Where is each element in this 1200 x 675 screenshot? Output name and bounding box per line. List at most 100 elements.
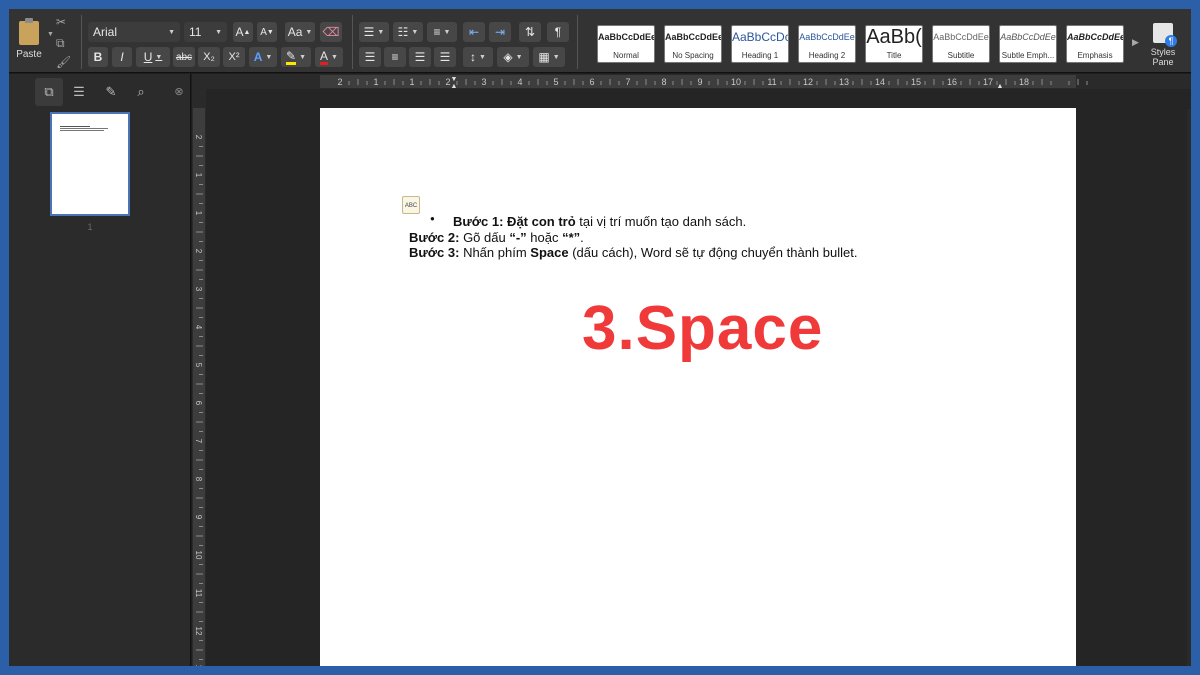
paste-options-chevron-icon[interactable]: ▼ [47,31,54,38]
underline-icon: U [143,50,153,64]
text-effects-button[interactable]: A ▼ [249,47,277,67]
ruler-label: 1 [194,173,203,178]
style-heading-2[interactable]: AaBbCcDdEe Heading 2 [798,25,856,63]
increase-indent-button[interactable]: ⇥ [489,22,511,42]
align-center-button[interactable]: ≡ [384,47,406,67]
cut-icon[interactable]: ✂ [56,15,66,29]
search-icon[interactable]: ⌕ [129,82,153,102]
paragraph-step-3[interactable]: Bước 3: Nhấn phím Space (dấu cách), Word… [409,245,857,260]
document-page[interactable]: ABC ● Bước 1: Đặt con trỏ tại vị trí muố… [320,108,1076,666]
multilevel-list-button[interactable]: ≡ ▼ [427,22,457,42]
review-pane-icon[interactable]: ✎ [99,82,123,102]
style-subtitle[interactable]: AaBbCcDdEe Subtitle [932,25,990,63]
style-name: Title [886,51,902,60]
subscript-button[interactable]: X₂ [198,47,220,67]
ruler-label: 4 [517,77,522,87]
align-right-button[interactable]: ☰ [409,47,431,67]
style-name: Heading 1 [741,51,779,60]
font-name-select[interactable]: Arial ▼ [88,22,180,42]
copy-icon[interactable]: ⧉ [56,36,65,51]
styles-pane-icon [1153,23,1177,47]
pilcrow-icon: ¶ [554,25,562,39]
sort-icon: ⇅ [524,25,536,39]
styles-pane-button[interactable]: Styles Pane [1143,21,1183,69]
change-case-button[interactable]: Aa ▼ [285,22,315,42]
style-subtle-emphasis[interactable]: AaBbCcDdEe Subtle Emph... [999,25,1057,63]
document-map-icon[interactable]: ☰ [67,82,91,102]
highlighter-icon: ✎ [286,48,297,65]
dash-symbol: “-” [509,230,527,245]
font-name-value: Arial [93,25,118,39]
paint-bucket-icon: ◈ [503,50,513,64]
ruler-label: 6 [194,401,203,406]
horizontal-ruler[interactable]: 2 1 1 2 3 4 5 6 7 8 9 10 11 12 13 14 15 16 17 18▼▲ ▲ [192,74,1191,89]
font-size-select[interactable]: 11 ▼ [184,22,227,42]
strikethrough-button[interactable]: abc [173,47,195,67]
thumbnails-icon[interactable]: ⧉ [37,82,61,102]
ruler-label: 5 [194,363,203,368]
ruler-label: 2 [194,249,203,254]
bullet-list-icon: ☰ [363,25,375,39]
shading-button[interactable]: ◈ ▼ [497,47,529,67]
decrease-indent-button[interactable]: ⇤ [463,22,485,42]
close-icon[interactable]: ⊗ [167,82,191,102]
paste-button[interactable]: Paste [11,18,47,71]
align-left-button[interactable]: ☰ [359,47,381,67]
line-spacing-button[interactable]: ↕ ▼ [463,47,493,67]
style-sample: AaBbCcDdEe [933,32,989,42]
font-color-button[interactable]: A ▼ [315,47,343,67]
style-sample: AaBbCcDdEe [1067,32,1123,42]
highlight-button[interactable]: ✎ ▼ [281,47,311,67]
chevron-down-icon: ▼ [215,28,222,36]
justify-button[interactable]: ☰ [434,47,456,67]
show-formatting-button[interactable]: ¶ [547,22,569,42]
autocorrect-options-icon[interactable]: ABC [402,196,420,214]
page-thumbnail[interactable] [50,112,130,216]
bullets-button[interactable]: ☰ ▼ [359,22,389,42]
grow-font-icon: A [235,25,244,39]
format-painter-icon[interactable]: 🖌 [56,55,71,69]
ruler-label: 12 [803,77,813,87]
vertical-ruler[interactable]: 2112345678910111213 [192,89,206,666]
style-sample: AaBbCcDdEe [1000,32,1056,42]
eraser-icon: ⌫ [322,25,340,39]
indent-marker-icon[interactable]: ▼ [451,76,458,83]
paragraph-step-1[interactable]: Bước 1: Đặt con trỏ tại vị trí muốn tạo … [453,214,746,229]
strikethrough-icon: abc [175,51,193,63]
ruler-label: 1 [409,77,414,87]
paragraph-step-2[interactable]: Bước 2: Gõ dấu “-” hoặc “*”. [409,230,584,245]
style-no-spacing[interactable]: AaBbCcDdEe No Spacing [664,25,722,63]
ruler-label: 3 [481,77,486,87]
bold-button[interactable]: B [88,47,108,67]
shrink-font-button[interactable]: A ▼ [257,22,277,42]
increase-indent-icon: ⇥ [494,25,506,39]
style-sample: AaBbCcDdEe [598,32,654,42]
italic-button[interactable]: I [112,47,132,67]
numbering-button[interactable]: ☷ ▼ [393,22,423,42]
border-icon: ▦ [538,50,550,64]
ruler-label: 12 [194,627,203,636]
ruler-label: 10 [731,77,741,87]
styles-pane-label: Styles [1150,47,1176,57]
style-title[interactable]: AaBb(Title [865,25,923,63]
sort-button[interactable]: ⇅ [519,22,541,42]
underline-button[interactable]: U ▼ [136,47,170,67]
step-1-text: tại vị trí muốn tạo danh sách. [575,214,747,229]
clear-formatting-button[interactable]: ⌫ [320,22,342,42]
gallery-more-arrow-icon[interactable]: ▶ [1132,37,1139,48]
superscript-button[interactable]: X² [223,47,245,67]
style-emphasis[interactable]: AaBbCcDdEe Emphasis [1066,25,1124,63]
word-app-window: Paste ▼ ✂ ⧉ 🖌 Arial ▼ 11 ▼ A ▲ A ▼ Aa ▼ ⌫ B I… [9,9,1191,666]
style-name: Normal [613,51,639,60]
ruler-label: 16 [947,77,957,87]
style-name: No Spacing [672,51,714,60]
borders-button[interactable]: ▦ ▼ [533,47,565,67]
text-effects-icon: A [253,50,263,64]
style-heading-1[interactable]: AaBbCcDc Heading 1 [731,25,789,63]
line-spacing-icon: ↕ [470,50,477,64]
grow-font-button[interactable]: A ▲ [233,22,253,42]
ruler-label: 15 [911,77,921,87]
style-normal[interactable]: AaBbCcDdEe Normal [597,25,655,63]
style-name: Emphasis [1077,51,1113,60]
vertical-scrollbar[interactable] [1187,109,1191,666]
